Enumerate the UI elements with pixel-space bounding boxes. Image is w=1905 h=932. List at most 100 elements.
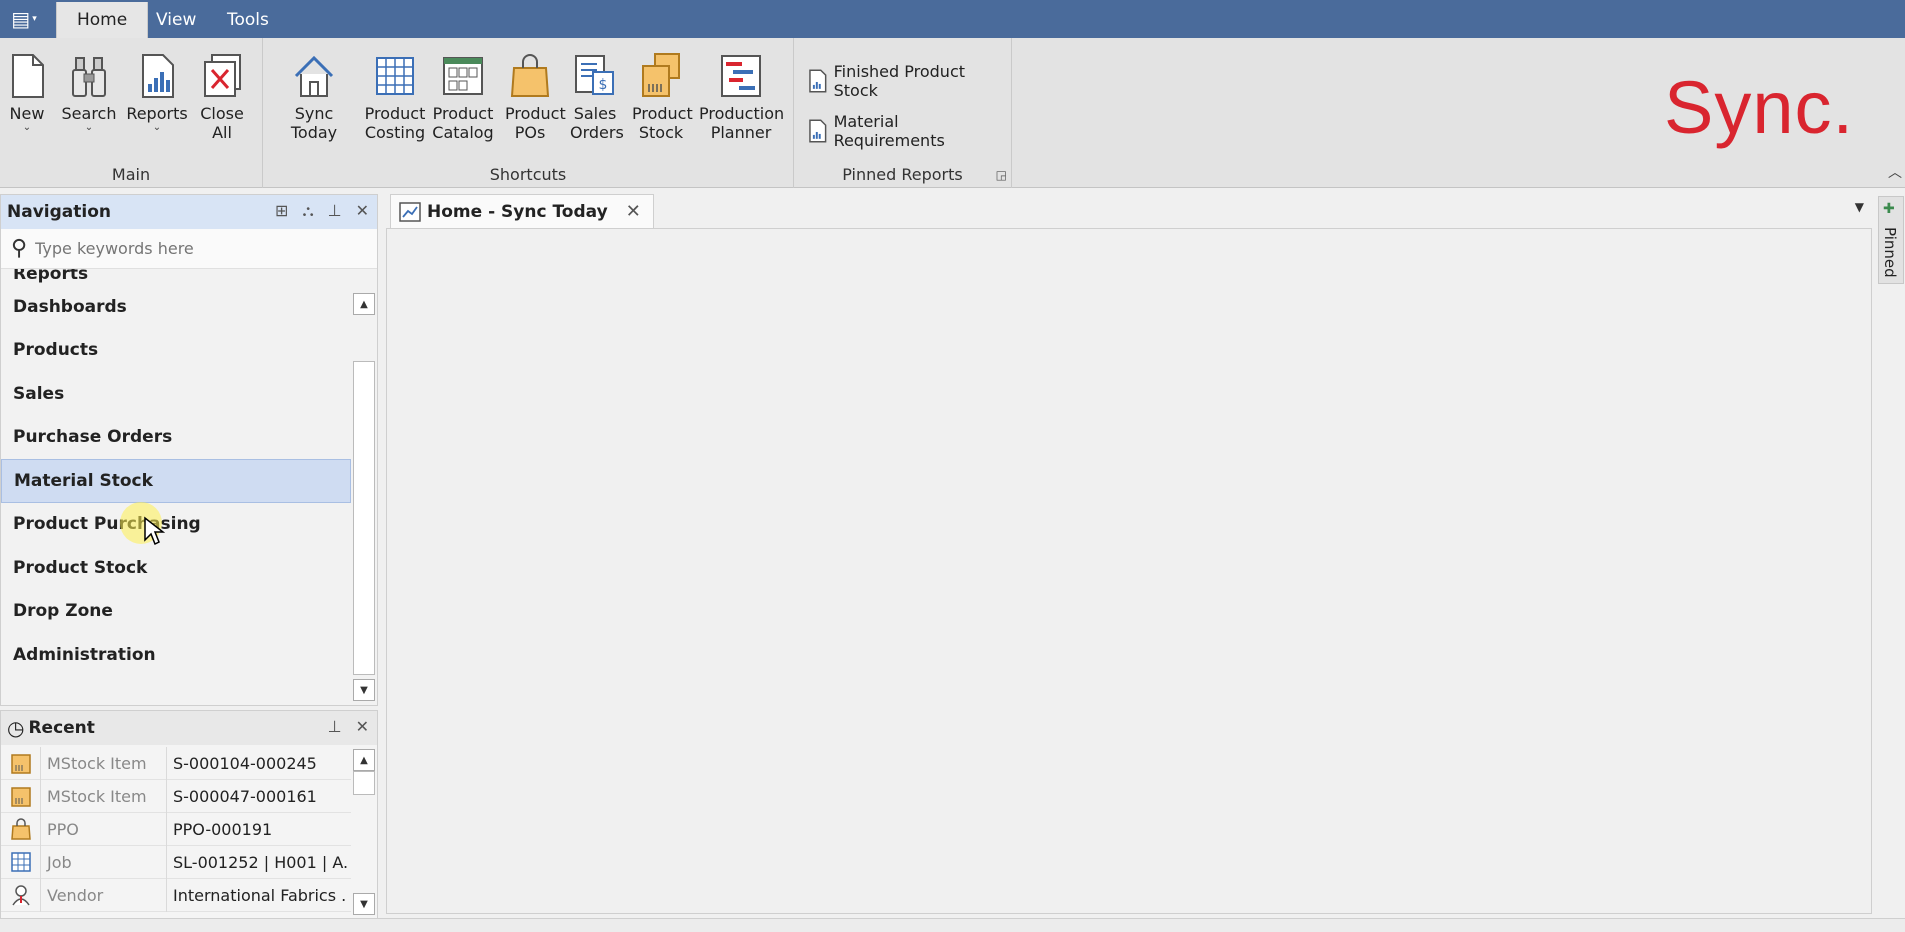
nav-item-product-purchasing[interactable]: Product Purchasing xyxy=(1,503,351,547)
nav-scrollbar[interactable]: ▲ ▼ xyxy=(353,293,377,701)
app-menu-icon: ▤ xyxy=(11,7,31,31)
group-label-pinned-reports: Pinned Reports xyxy=(842,165,963,184)
nav-item-dashboards[interactable]: Dashboards xyxy=(1,285,351,329)
recent-row[interactable]: PPO PPO-000191 xyxy=(1,812,351,846)
nav-item-sales[interactable]: Sales xyxy=(1,372,351,416)
report-icon xyxy=(142,54,174,98)
gantt-icon xyxy=(721,55,761,97)
document-tab-strip: Home - Sync Today ✕ ▼ xyxy=(386,194,1872,228)
close-icon[interactable]: ✕ xyxy=(356,201,369,221)
button-label: Product POs xyxy=(505,104,566,142)
scroll-up-icon[interactable]: ▲ xyxy=(353,749,375,771)
nav-item-reports[interactable]: Reports xyxy=(1,269,351,285)
recent-value: SL-001252 | H001 | A... xyxy=(173,852,347,872)
recent-row[interactable]: MStock Item S-000047-000161 xyxy=(1,779,351,813)
button-label: Reports xyxy=(126,104,188,123)
nav-item-label: Sales xyxy=(13,383,65,404)
scroll-down-icon[interactable]: ▼ xyxy=(353,893,375,915)
tree-view-icon[interactable]: ⛬ xyxy=(302,201,313,221)
pinned-report-label: Material Requirements xyxy=(833,112,945,150)
search-input[interactable] xyxy=(35,239,336,258)
button-label: Search xyxy=(61,104,117,123)
caret-down-icon: ▾ xyxy=(32,14,37,24)
tab-list-dropdown-icon[interactable]: ▼ xyxy=(1855,200,1864,214)
ribbon-tab-home[interactable]: Home xyxy=(56,2,149,38)
chevron-down-icon: ⌄ xyxy=(22,122,32,133)
pinned-report-finished-product-stock[interactable]: Finished Product Stock xyxy=(808,62,1011,100)
nav-item-products[interactable]: Products xyxy=(1,329,351,373)
home-icon xyxy=(294,55,334,97)
nav-item-label: Product Stock xyxy=(13,557,148,578)
title-bar: ▤ ▾ Home View Tools xyxy=(0,0,1905,38)
search-button[interactable]: Search ⌄ xyxy=(60,52,118,133)
pin-icon[interactable]: ⊥ xyxy=(328,201,342,221)
recent-panel: ◷ Recent ⊥ ✕ MStock Item S-000104-000245… xyxy=(0,710,378,920)
tab-home-sync-today[interactable]: Home - Sync Today ✕ xyxy=(390,194,654,228)
product-costing-button[interactable]: Product Costing xyxy=(365,52,425,142)
collapse-ribbon-icon[interactable]: ︿ xyxy=(1888,162,1902,182)
nav-item-drop-zone[interactable]: Drop Zone xyxy=(1,590,351,634)
nav-item-product-stock[interactable]: Product Stock xyxy=(1,546,351,590)
ribbon-group-main: New ⌄ Search ⌄ Reports ⌄ Close All Main xyxy=(0,38,263,188)
shopping-bag-icon xyxy=(510,54,550,97)
ribbon-tab-view[interactable]: View xyxy=(136,2,216,38)
new-button[interactable]: New ⌄ xyxy=(6,52,48,133)
pinned-report-label: Finished Product Stock xyxy=(833,62,966,100)
button-label: Product Stock xyxy=(632,104,693,142)
report-icon xyxy=(809,69,827,93)
recent-row[interactable]: MStock Item S-000104-000245 xyxy=(1,746,351,780)
chevron-down-icon: ⌄ xyxy=(152,122,162,133)
report-icon xyxy=(809,119,827,143)
reports-button[interactable]: Reports ⌄ xyxy=(126,52,188,133)
dialog-launcher-icon[interactable]: ◲ xyxy=(996,168,1007,182)
status-bar xyxy=(0,918,1905,932)
recent-row[interactable]: Job SL-001252 | H001 | A... xyxy=(1,845,351,879)
recent-scrollbar[interactable]: ▲ ▼ xyxy=(353,749,377,919)
ribbon-group-shortcuts: Sync Today Product Costing Product Catal… xyxy=(263,38,794,188)
nav-list: Reports Dashboards Products Sales Purcha… xyxy=(1,269,351,705)
nav-item-purchase-orders[interactable]: Purchase Orders xyxy=(1,416,351,460)
recent-type: Job xyxy=(41,845,167,879)
button-label: Production Planner xyxy=(699,104,785,142)
app-menu-button[interactable]: ▤ ▾ xyxy=(4,4,44,34)
nav-item-administration[interactable]: Administration xyxy=(1,633,351,677)
recent-value: PPO-000191 xyxy=(173,819,273,839)
recent-type: MStock Item xyxy=(41,779,167,813)
close-icon[interactable]: ✕ xyxy=(356,717,369,736)
nav-item-label: Purchase Orders xyxy=(13,427,173,448)
recent-header: ◷ Recent ⊥ ✕ xyxy=(1,711,377,745)
side-tab-label: Pinned xyxy=(1881,227,1899,278)
recent-row[interactable]: Vendor International Fabrics ... xyxy=(1,878,351,912)
close-tab-icon[interactable]: ✕ xyxy=(626,201,641,222)
box-icon xyxy=(642,53,680,97)
product-stock-button[interactable]: Product Stock xyxy=(631,52,693,142)
panel-title: Navigation xyxy=(7,202,111,222)
nav-item-label: Drop Zone xyxy=(13,601,113,622)
product-pos-button[interactable]: Product POs xyxy=(501,52,566,142)
sales-orders-button[interactable]: $ Sales Orders xyxy=(567,52,624,142)
pin-icon[interactable]: ⊥ xyxy=(328,717,342,736)
panel-title: Recent xyxy=(28,718,95,738)
sync-today-button[interactable]: Sync Today xyxy=(271,52,357,142)
scroll-down-icon[interactable]: ▼ xyxy=(353,679,375,701)
scroll-thumb[interactable] xyxy=(353,361,375,675)
nav-item-label: Administration xyxy=(13,644,156,665)
tab-label: View xyxy=(156,10,197,30)
sales-order-icon: $ xyxy=(575,55,614,95)
pinned-side-tab[interactable]: ✚ Pinned xyxy=(1878,196,1904,284)
close-all-button[interactable]: Close All xyxy=(196,52,248,142)
history-icon: ◷ xyxy=(7,716,25,740)
chart-window-icon xyxy=(399,201,421,222)
production-planner-button[interactable]: Production Planner xyxy=(699,52,785,142)
spreadsheet-icon xyxy=(376,57,414,95)
product-catalog-button[interactable]: Product Catalog xyxy=(432,52,494,142)
ribbon-tab-tools[interactable]: Tools xyxy=(207,2,289,38)
scroll-up-icon[interactable]: ▲ xyxy=(353,293,375,315)
button-label: Sync Today xyxy=(290,104,338,142)
pinned-report-material-requirements[interactable]: Material Requirements xyxy=(808,112,1011,150)
scroll-thumb[interactable] xyxy=(353,771,375,795)
new-document-icon xyxy=(12,54,44,98)
expand-all-icon[interactable]: ⊞ xyxy=(275,201,288,221)
nav-item-material-stock[interactable]: Material Stock xyxy=(1,459,351,503)
nav-item-label: Reports xyxy=(13,269,89,284)
